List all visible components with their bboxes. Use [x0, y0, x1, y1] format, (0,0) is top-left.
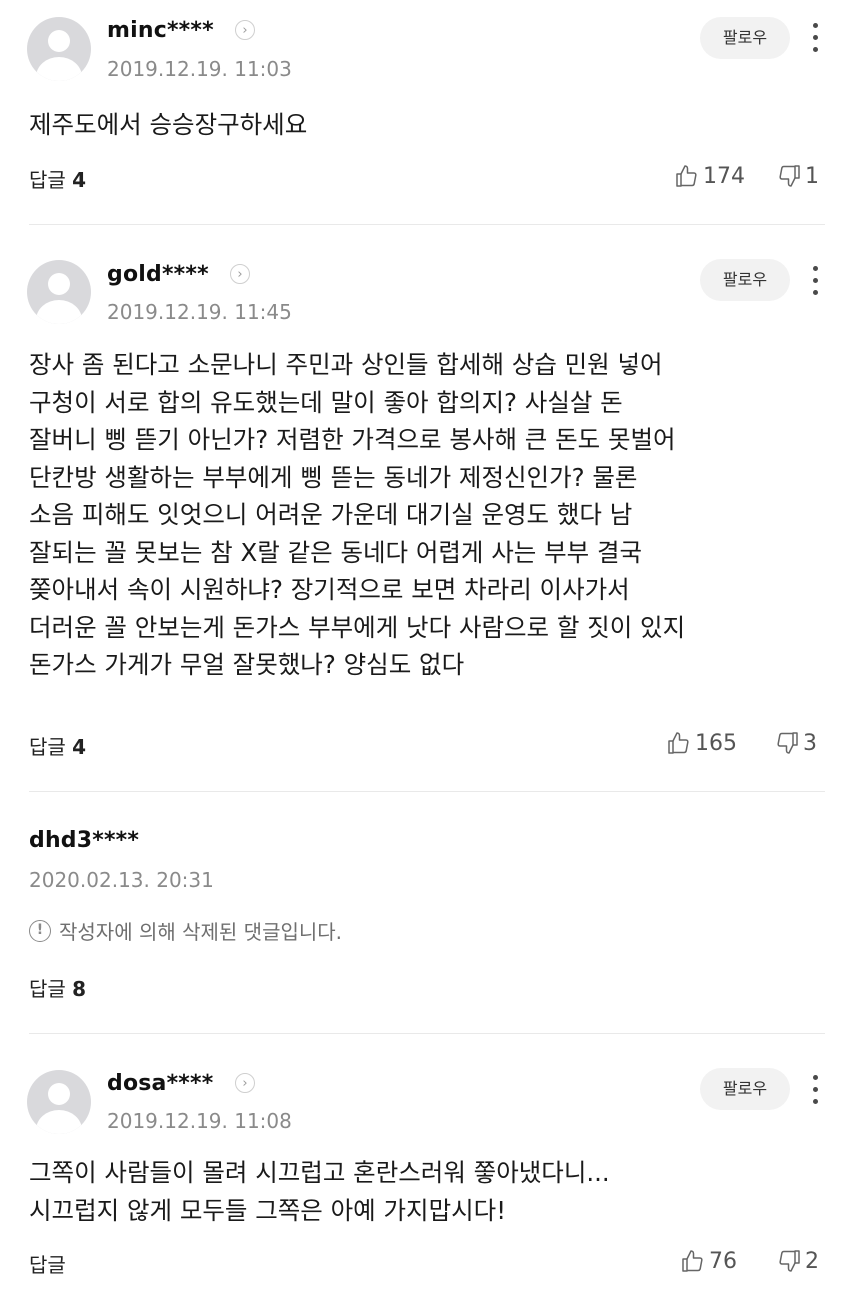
like-count: 174: [703, 163, 745, 189]
chevron-right-icon[interactable]: ›: [235, 1073, 255, 1093]
thumbs-up-icon: [668, 732, 689, 754]
comment-item: dosa**** › 2019.12.19. 11:08 팔로우 그쪽이 사람들…: [0, 1034, 850, 1305]
thumbs-up-icon: [682, 1250, 703, 1272]
comment-date: 2019.12.19. 11:08: [107, 1109, 292, 1133]
dislike-button[interactable]: 2: [777, 1247, 819, 1275]
comment-text: 장사 좀 된다고 소문나니 주민과 상인들 합세해 상습 민원 넣어 구청이 서…: [29, 350, 686, 679]
reply-count: 4: [72, 735, 87, 759]
follow-button[interactable]: 팔로우: [700, 1068, 790, 1110]
comment-text: 그쪽이 사람들이 몰려 시끄럽고 혼란스러워 쫗아냈다니... 시끄럽지 않게 …: [29, 1158, 610, 1225]
deleted-notice: ! 작성자에 의해 삭제된 댓글입니다.: [29, 916, 342, 945]
thumbs-down-icon: [779, 165, 800, 187]
comment-date: 2020.02.13. 20:31: [29, 868, 214, 892]
more-vertical-icon[interactable]: [805, 20, 825, 56]
comment-item: minc**** › 2019.12.19. 11:03 팔로우 제주도에서 승…: [0, 0, 850, 226]
thumbs-down-icon: [777, 732, 798, 754]
reply-label: 답글: [29, 1253, 66, 1277]
like-count: 76: [709, 1248, 737, 1274]
dislike-button[interactable]: 3: [775, 729, 817, 757]
thumbs-down-icon: [779, 1250, 800, 1272]
thumbs-up-icon: [676, 165, 697, 187]
avatar[interactable]: [27, 260, 91, 324]
username[interactable]: gold****: [107, 262, 209, 287]
follow-button[interactable]: 팔로우: [700, 17, 790, 59]
reply-label: 답글: [29, 977, 66, 1001]
like-button[interactable]: 165: [667, 729, 737, 757]
comment-item: gold**** › 2019.12.19. 11:45 팔로우 장사 좀 된다…: [0, 226, 850, 792]
like-button[interactable]: 174: [675, 162, 745, 190]
chevron-right-icon[interactable]: ›: [235, 20, 255, 40]
reply-count: 4: [72, 168, 87, 192]
reply-button[interactable]: 답글: [29, 1249, 66, 1278]
like-count: 165: [695, 730, 737, 756]
username[interactable]: dosa****: [107, 1071, 213, 1096]
more-vertical-icon[interactable]: [805, 263, 825, 299]
divider: [29, 224, 825, 225]
reply-button[interactable]: 답글 4: [29, 164, 86, 193]
reply-button[interactable]: 답글 8: [29, 973, 86, 1002]
username[interactable]: minc****: [107, 18, 214, 43]
dislike-count: 1: [805, 163, 819, 189]
dislike-count: 3: [803, 730, 817, 756]
avatar[interactable]: [27, 17, 91, 81]
comment-text: 제주도에서 승승장구하세요: [29, 110, 308, 139]
like-button[interactable]: 76: [681, 1247, 737, 1275]
username: dhd3****: [29, 828, 140, 853]
comment-date: 2019.12.19. 11:45: [107, 300, 292, 324]
chevron-right-icon[interactable]: ›: [230, 264, 250, 284]
follow-button[interactable]: 팔로우: [700, 259, 790, 301]
more-vertical-icon[interactable]: [805, 1072, 825, 1108]
dislike-button[interactable]: 1: [777, 162, 819, 190]
dislike-count: 2: [805, 1248, 819, 1274]
reply-label: 답글: [29, 735, 66, 759]
comment-date: 2019.12.19. 11:03: [107, 57, 292, 81]
deleted-notice-text: 작성자에 의해 삭제된 댓글입니다.: [59, 920, 343, 944]
comment-item: dhd3**** 2020.02.13. 20:31 ! 작성자에 의해 삭제된…: [0, 792, 850, 1034]
reply-label: 답글: [29, 168, 66, 192]
reply-button[interactable]: 답글 4: [29, 731, 86, 760]
reply-count: 8: [72, 977, 87, 1001]
avatar[interactable]: [27, 1070, 91, 1134]
exclamation-circle-icon: !: [29, 919, 51, 942]
